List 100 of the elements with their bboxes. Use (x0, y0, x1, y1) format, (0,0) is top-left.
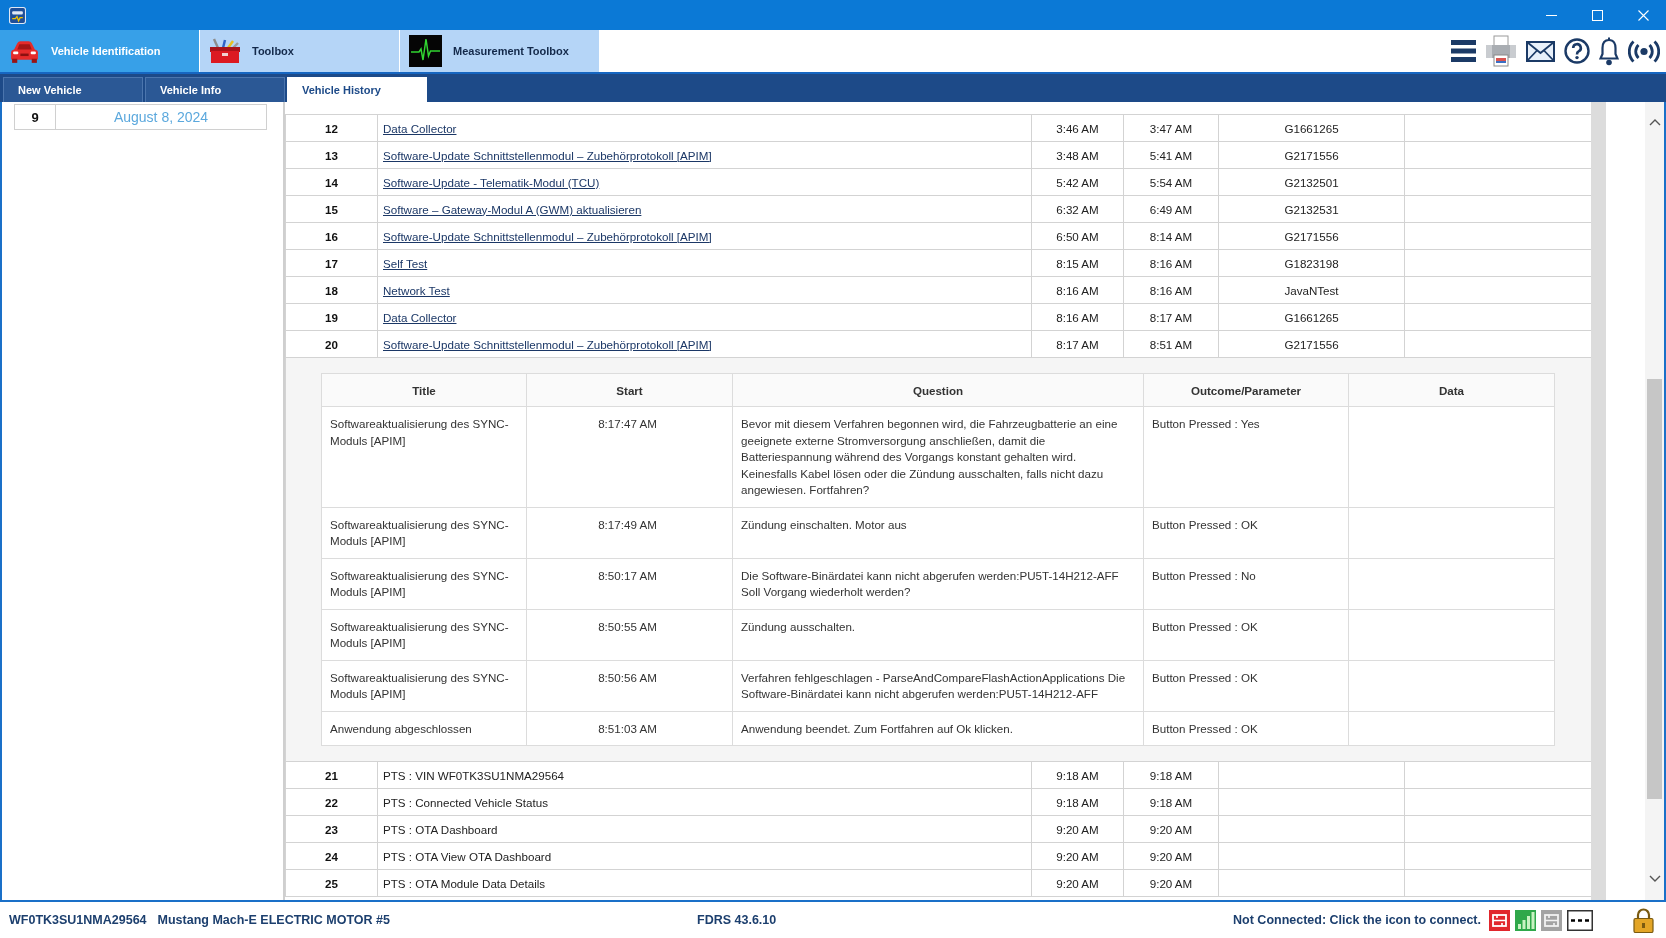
table-cell: PTS : Connected Vehicle Status (377, 788, 1032, 816)
column-header: Start (526, 373, 733, 407)
heartbeat-monitor-icon (409, 35, 442, 67)
table-cell: 15 (285, 195, 378, 223)
table-cell: Button Pressed : No (1143, 558, 1349, 609)
table-cell: 23 (285, 815, 378, 843)
table-cell: 8:15 AM (1031, 249, 1124, 277)
tab[interactable]: Measurement Toolbox (400, 30, 599, 72)
table-cell: Softwareaktualisierung des SYNC-Moduls [APIM] (321, 660, 527, 711)
table-cell: 9:20 AM (1031, 842, 1124, 870)
table-cell: 20 (285, 330, 378, 358)
table-cell: Die Software-Binärdatei kann nicht abgerufen werden:PU5T-14H212-AFF Soll Vorgang wiederholt werden? (732, 558, 1144, 609)
table-cell: Button Pressed : OK (1143, 507, 1349, 558)
printer-icon[interactable] (1485, 35, 1517, 67)
connection-status: Not Connected: Click the icon to connect. (1233, 913, 1481, 927)
table-cell: 6:50 AM (1031, 222, 1124, 250)
tab[interactable]: New Vehicle (3, 77, 143, 102)
column-header: Data (1348, 373, 1555, 407)
table-cell: 25 (285, 869, 378, 897)
table-cell: 18 (285, 276, 378, 304)
dashes-icon[interactable] (1567, 909, 1593, 931)
padlock-icon[interactable] (1633, 907, 1654, 933)
scroll-down-icon[interactable] (1648, 875, 1661, 882)
table-cell: Bevor mit diesem Verfahren begonnen wird, die Fahrzeugbatterie an eine geeignete externe Stromversorgung anschließen, damit die Batteriespannung während des Vorgangs konstant gehalten wird. Keinesfalls Kabel lösen oder die Zündung ausschalten, falls nicht dazu angewiesen. Fortfahren? (732, 406, 1144, 507)
table-cell: JavaNTest (1218, 276, 1405, 304)
table-cell: 8:50:17 AM (526, 558, 733, 609)
table-cell: 22 (285, 788, 378, 816)
scrollbar-thumb[interactable] (1647, 379, 1662, 799)
tab[interactable]: Vehicle Info (145, 77, 285, 102)
mail-icon[interactable] (1526, 40, 1555, 62)
table-cell: Anwendung abgeschlossen (321, 711, 527, 746)
table-cell: Anwendung beendet. Zum Fortfahren auf Ok klicken. (732, 711, 1144, 746)
table-cell: G2171556 (1218, 141, 1405, 169)
table-cell: 19 (285, 303, 378, 331)
toolbox-icon (209, 38, 241, 64)
table-cell: 6:32 AM (1031, 195, 1124, 223)
table-cell: 9:20 AM (1031, 815, 1124, 843)
table-cell: 9:18 AM (1031, 788, 1124, 816)
device-icon[interactable] (1489, 909, 1510, 931)
procedure-link[interactable]: Network Test (383, 283, 450, 297)
menu-icon[interactable] (1451, 40, 1476, 62)
table-cell: Zündung einschalten. Motor aus (732, 507, 1144, 558)
procedure-link[interactable]: Data Collector (383, 121, 457, 135)
table-cell: G2132531 (1218, 195, 1405, 223)
table-cell: 9 (15, 105, 56, 129)
table-cell: Button Pressed : Yes (1143, 406, 1349, 507)
tab[interactable]: Vehicle History (287, 77, 427, 102)
table-cell: 3:46 AM (1031, 114, 1124, 142)
tab[interactable]: Toolbox (200, 30, 399, 72)
table-cell: 9:18 AM (1123, 788, 1219, 816)
table-cell: G1661265 (1218, 303, 1405, 331)
table-cell: Softwareaktualisierung des SYNC-Moduls [APIM] (321, 406, 527, 507)
table-cell: 8:17 AM (1031, 330, 1124, 358)
vin-label: WF0TK3SU1NMA29564 (9, 913, 147, 927)
procedure-link[interactable]: Software-Update Schnittstellenmodul – Zubehörprotokoll [APIM] (383, 148, 712, 162)
bell-icon[interactable] (1599, 36, 1619, 66)
table-cell-text: August 8, 2024 (112, 108, 210, 127)
table-cell: Softwareaktualisierung des SYNC-Moduls [APIM] (321, 558, 527, 609)
table-cell: 9:20 AM (1123, 842, 1219, 870)
table-cell: G2132501 (1218, 168, 1405, 196)
signal-bars-icon[interactable] (1515, 909, 1536, 931)
table-cell: 8:17:47 AM (526, 406, 733, 507)
table-cell: G1823198 (1218, 249, 1405, 277)
table-cell: 8:51:03 AM (526, 711, 733, 746)
table-cell: 16 (285, 222, 378, 250)
table-cell: 6:49 AM (1123, 195, 1219, 223)
procedure-link[interactable]: Software-Update - Telematik-Modul (TCU) (383, 175, 600, 189)
table-cell: 8:17 AM (1123, 303, 1219, 331)
procedure-link[interactable]: Self Test (383, 256, 428, 270)
table-cell: Button Pressed : OK (1143, 609, 1349, 660)
help-icon[interactable] (1564, 38, 1590, 64)
table-cell: PTS : OTA Module Data Details (377, 869, 1032, 897)
procedure-link[interactable]: Data Collector (383, 310, 457, 324)
table-cell: 5:42 AM (1031, 168, 1124, 196)
scroll-up-icon[interactable] (1648, 119, 1661, 126)
table-cell: 17 (285, 249, 378, 277)
table-cell: 24 (285, 842, 378, 870)
table-cell: G2171556 (1218, 222, 1405, 250)
table-cell: 5:41 AM (1123, 141, 1219, 169)
table-cell: 14 (285, 168, 378, 196)
vehicle-label: Mustang Mach-E ELECTRIC MOTOR #5 (157, 913, 390, 927)
table-cell: PTS : VIN WF0TK3SU1NMA29564 (377, 761, 1032, 789)
table-cell: 3:48 AM (1031, 141, 1124, 169)
table-cell: 12 (285, 114, 378, 142)
table-cell: Zündung ausschalten. (732, 609, 1144, 660)
table-cell: Softwareaktualisierung des SYNC-Moduls [APIM] (321, 507, 527, 558)
procedure-link[interactable]: Software-Update Schnittstellenmodul – Zubehörprotokoll [APIM] (383, 229, 712, 243)
column-header: Title (321, 373, 527, 407)
table-cell: 13 (285, 141, 378, 169)
table-cell: 9:20 AM (1123, 815, 1219, 843)
column-header: Outcome/Parameter (1143, 373, 1349, 407)
procedure-link[interactable]: Software – Gateway-Modul A (GWM) aktualisieren (383, 202, 642, 216)
car-icon (9, 39, 40, 63)
procedure-link[interactable]: Software-Update Schnittstellenmodul – Zubehörprotokoll [APIM] (383, 337, 712, 351)
table-cell: G1661265 (1218, 114, 1405, 142)
broadcast-icon[interactable] (1628, 39, 1660, 63)
table-cell: 8:16 AM (1123, 249, 1219, 277)
scrollbar[interactable] (1645, 102, 1664, 900)
table-cell: 8:16 AM (1031, 276, 1124, 304)
table-cell: 5:54 AM (1123, 168, 1219, 196)
